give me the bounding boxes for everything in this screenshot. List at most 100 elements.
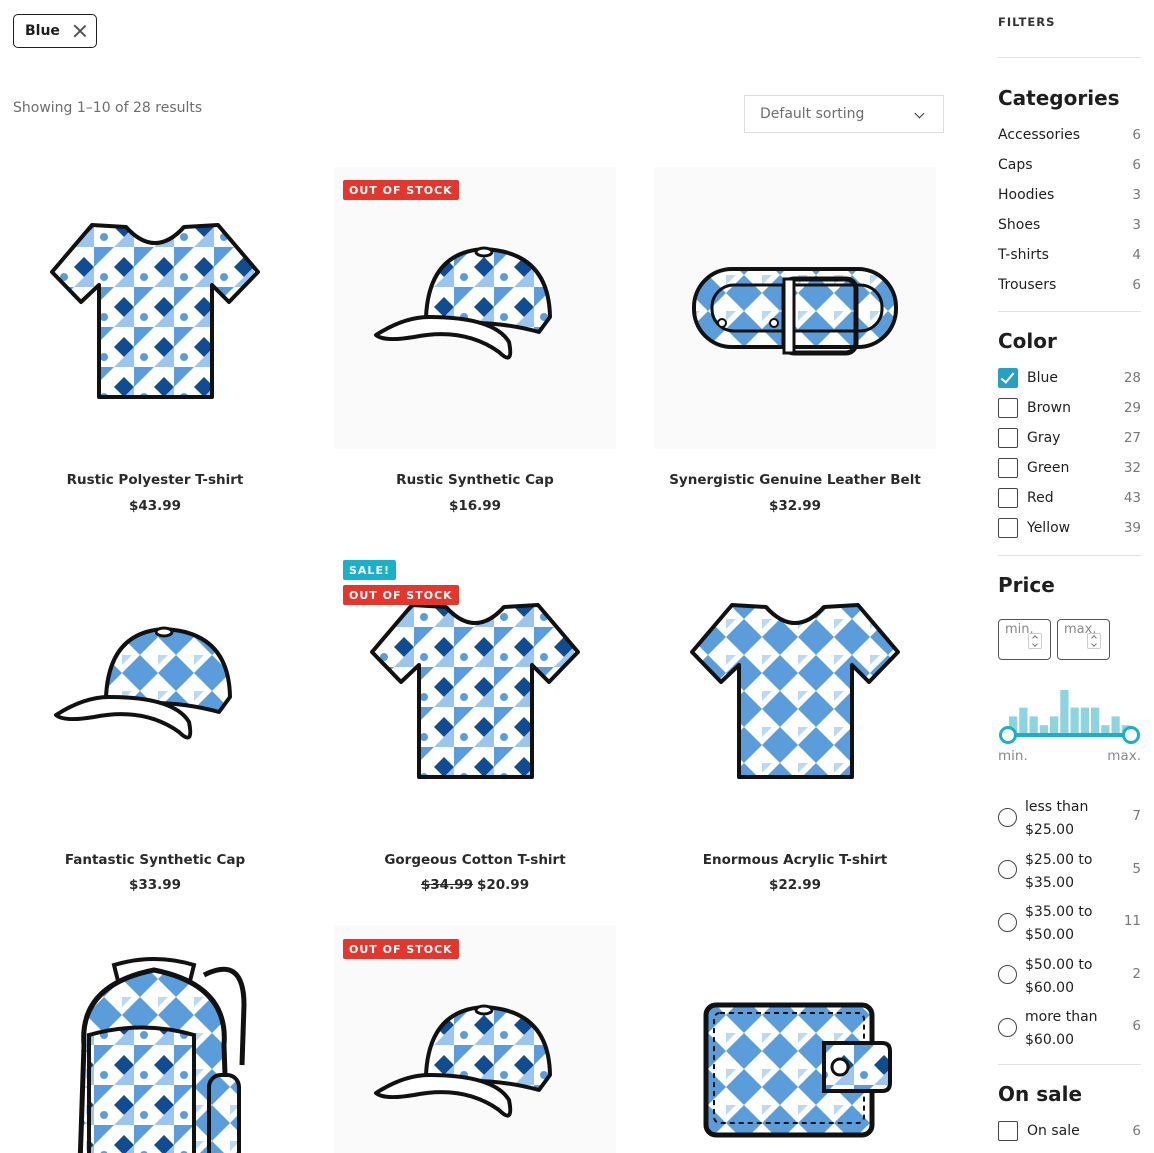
histogram-bar [1101,725,1110,734]
range-line: $25.00 [1025,822,1074,838]
stepper-icon[interactable] [1028,633,1042,649]
on-sale-title: On sale [998,1082,1083,1106]
histogram-bar [1091,707,1100,734]
range-count: 7 [1132,808,1141,824]
color-label[interactable]: Green [1027,460,1069,476]
product-image[interactable] [654,547,936,829]
price-range-option[interactable]: $50.00 to $60.00 2 [998,954,1141,1001]
color-count: 28 [1123,370,1141,386]
product-image[interactable] [14,167,296,449]
category-item-shoes[interactable]: Shoes 3 [998,217,1141,233]
checkbox[interactable] [998,398,1018,418]
radio[interactable] [998,860,1017,879]
out-of-stock-badge: OUT OF STOCK [343,939,459,959]
color-count: 27 [1123,430,1141,446]
active-filter-chip[interactable]: Blue [13,14,97,48]
divider [998,311,1141,312]
product-name[interactable]: Synergistic Genuine Leather Belt [654,472,936,488]
color-label[interactable]: Blue [1027,370,1058,386]
radio[interactable] [998,808,1017,827]
product-price: $43.99 [14,498,296,514]
remove-filter-icon[interactable] [72,23,88,39]
cap-illustration [374,1004,552,1118]
out-of-stock-badge: OUT OF STOCK [343,180,459,200]
price-min-input[interactable]: min. [998,619,1051,660]
cap-illustration [374,246,552,360]
product-price: $22.99 [654,877,936,893]
range-line: $35.00 to [1025,904,1093,920]
range-line: $60.00 [1025,1032,1074,1048]
category-item-hoodies[interactable]: Hoodies 3 [998,187,1141,203]
category-label[interactable]: Caps [998,157,1033,173]
wallet-illustration [703,1002,892,1138]
histogram-bar [1050,716,1059,734]
product-image[interactable] [654,167,936,449]
filters-title: FILTERS [998,15,1056,29]
histogram-bar [1019,707,1028,734]
price-current: $22.99 [768,877,822,893]
product-image[interactable] [654,925,936,1153]
category-label[interactable]: T-shirts [998,247,1049,263]
price-current: $32.99 [768,498,822,514]
category-label[interactable]: Shoes [998,217,1040,233]
product-name[interactable]: Enormous Acrylic T-shirt [654,852,936,868]
price-slider[interactable] [998,684,1141,748]
on-sale-label[interactable]: On sale [1027,1123,1080,1139]
sale-badge: SALE! [343,560,396,580]
range-count: 6 [1132,1018,1141,1034]
category-item-accessories[interactable]: Accessories 6 [998,127,1141,143]
cap-illustration [54,626,232,740]
price-range-option[interactable]: $25.00 to $35.00 5 [998,849,1141,896]
sorting-select[interactable]: Default sorting [744,95,944,133]
product-name[interactable]: Fantastic Synthetic Cap [14,852,296,868]
category-count: 4 [1132,247,1141,263]
slider-min-handle[interactable] [999,726,1017,744]
on-sale-count: 6 [1132,1123,1141,1139]
color-count: 29 [1123,400,1141,416]
product-image[interactable] [334,925,616,1153]
product-name[interactable]: Gorgeous Cotton T-shirt [334,852,616,868]
price-range-option[interactable]: $35.00 to $50.00 11 [998,901,1141,948]
radio[interactable] [998,913,1017,932]
price-range-option[interactable]: less than $25.00 7 [998,796,1141,843]
category-label[interactable]: Trousers [998,277,1056,293]
category-item-caps[interactable]: Caps 6 [998,157,1141,173]
color-label[interactable]: Yellow [1027,520,1070,536]
range-line: $60.00 [1025,980,1074,996]
checkbox[interactable] [998,1121,1018,1141]
product-price: $32.99 [654,498,936,514]
price-range-option[interactable]: more than $60.00 6 [998,1006,1141,1053]
category-label[interactable]: Accessories [998,127,1080,143]
stepper-icon[interactable] [1087,633,1101,649]
checkbox[interactable] [998,428,1018,448]
checkbox[interactable] [998,458,1018,478]
tshirt-illustration [690,603,900,779]
price-range-label: $50.00 to $60.00 [1025,954,1105,1000]
range-line: $50.00 [1025,927,1074,943]
category-item-trousers[interactable]: Trousers 6 [998,277,1141,293]
product-image[interactable] [14,925,296,1153]
histogram-bar [1080,707,1089,734]
product-image[interactable] [14,547,296,829]
radio[interactable] [998,1018,1017,1037]
category-count: 6 [1132,157,1141,173]
slider-max-handle[interactable] [1122,726,1140,744]
histogram-bar [1060,690,1069,734]
divider [998,57,1141,58]
color-label[interactable]: Brown [1027,400,1071,416]
price-title: Price [998,573,1055,597]
radio[interactable] [998,965,1017,984]
checkbox[interactable] [998,368,1018,388]
checkbox[interactable] [998,488,1018,508]
color-label[interactable]: Gray [1027,430,1060,446]
product-name[interactable]: Rustic Polyester T-shirt [14,472,296,488]
product-name[interactable]: Rustic Synthetic Cap [334,472,616,488]
price-old: $34.99 [420,877,473,893]
category-label[interactable]: Hoodies [998,187,1054,203]
price-current: $20.99 [477,877,530,893]
product-image[interactable] [334,167,616,449]
category-item-tshirts[interactable]: T-shirts 4 [998,247,1141,263]
price-max-input[interactable]: max. [1057,619,1110,660]
checkbox[interactable] [998,518,1018,538]
color-label[interactable]: Red [1027,490,1054,506]
